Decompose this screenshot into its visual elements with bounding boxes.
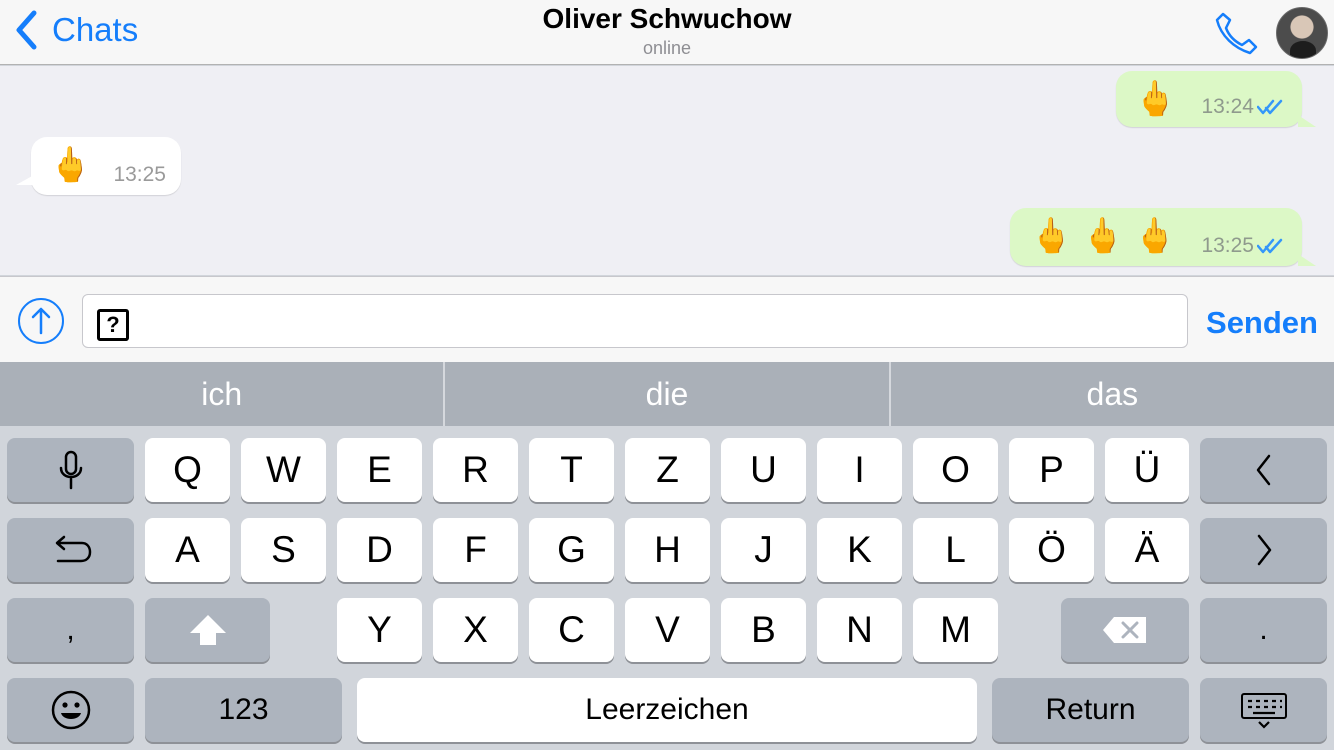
- letter-key[interactable]: R: [433, 438, 518, 502]
- emoji-key[interactable]: [7, 678, 134, 742]
- message-composer: ? Senden: [0, 276, 1334, 362]
- letter-key[interactable]: C: [529, 598, 614, 662]
- message-emoji: 🖕: [1134, 80, 1177, 118]
- message-input[interactable]: ?: [82, 294, 1188, 348]
- letter-key[interactable]: P: [1009, 438, 1094, 502]
- backspace-icon: [1103, 617, 1146, 643]
- letter-key[interactable]: X: [433, 598, 518, 662]
- letter-key[interactable]: B: [721, 598, 806, 662]
- predictive-text-bar: ich die das: [0, 362, 1334, 426]
- letter-key[interactable]: D: [337, 518, 422, 582]
- letter-key[interactable]: V: [625, 598, 710, 662]
- letter-key[interactable]: F: [433, 518, 518, 582]
- backspace-key[interactable]: [1061, 598, 1189, 662]
- chat-header: Chats Oliver Schwuchow online: [0, 0, 1334, 65]
- upload-arrow-icon: [18, 298, 64, 344]
- double-check-icon: [1257, 99, 1283, 115]
- shift-key[interactable]: [145, 598, 270, 662]
- letter-key[interactable]: J: [721, 518, 806, 582]
- call-button[interactable]: [1212, 10, 1260, 56]
- letter-key[interactable]: Z: [625, 438, 710, 502]
- letter-key[interactable]: T: [529, 438, 614, 502]
- message-bubble[interactable]: 🖕 13:25: [16, 137, 181, 195]
- letter-key[interactable]: Q: [145, 438, 230, 502]
- message-list: 🖕 13:24 🖕 13:25 🖕 🖕 🖕 13:25: [0, 66, 1334, 275]
- send-button[interactable]: Senden: [1200, 305, 1324, 341]
- letter-key[interactable]: Ö: [1009, 518, 1094, 582]
- keyboard-dismiss-key[interactable]: [1200, 678, 1327, 742]
- numbers-key[interactable]: 123: [145, 678, 342, 742]
- cursor-left-key[interactable]: [1200, 438, 1327, 502]
- double-check-icon: [1257, 238, 1283, 254]
- message-time: 13:25: [113, 163, 166, 186]
- keyboard-dismiss-icon: [1240, 693, 1287, 729]
- cursor-right-key[interactable]: [1200, 518, 1327, 582]
- dictation-key[interactable]: [7, 438, 134, 502]
- onscreen-keyboard: Q W E R T Z U I O P Ü A S D F G H J K L …: [0, 426, 1334, 750]
- message-bubble[interactable]: 🖕 🖕 🖕 13:25: [1010, 208, 1316, 266]
- letter-key[interactable]: O: [913, 438, 998, 502]
- suggestion-item[interactable]: die: [443, 362, 888, 426]
- chevron-right-icon: [1257, 534, 1271, 566]
- emoji-icon: [51, 690, 90, 730]
- chevron-left-icon: [1256, 454, 1270, 486]
- letter-key[interactable]: N: [817, 598, 902, 662]
- message-emoji: 🖕 🖕 🖕: [1030, 217, 1176, 255]
- contact-status: online: [642, 38, 692, 58]
- return-key[interactable]: Return: [992, 678, 1189, 742]
- letter-key[interactable]: H: [625, 518, 710, 582]
- letter-key[interactable]: I: [817, 438, 902, 502]
- suggestion-item[interactable]: ich: [0, 362, 443, 426]
- undo-icon: [55, 535, 91, 563]
- letter-key[interactable]: Ä: [1105, 518, 1189, 582]
- letter-key[interactable]: G: [529, 518, 614, 582]
- suggestion-item[interactable]: das: [888, 362, 1334, 426]
- letter-key[interactable]: A: [145, 518, 230, 582]
- letter-key[interactable]: M: [913, 598, 998, 662]
- attach-button[interactable]: [17, 297, 65, 345]
- space-key[interactable]: Leerzeichen: [357, 678, 977, 742]
- letter-key[interactable]: S: [241, 518, 326, 582]
- unknown-character-glyph: ?: [97, 309, 129, 341]
- letter-key[interactable]: E: [337, 438, 422, 502]
- message-bubble[interactable]: 🖕 13:24: [1116, 71, 1316, 127]
- message-time: 13:25: [1201, 234, 1254, 257]
- phone-icon: [1215, 12, 1258, 55]
- letter-key[interactable]: Y: [337, 598, 422, 662]
- undo-key[interactable]: [7, 518, 134, 582]
- letter-key[interactable]: Ü: [1105, 438, 1189, 502]
- shift-icon: [189, 615, 226, 645]
- period-key[interactable]: .: [1200, 598, 1327, 662]
- message-time: 13:24: [1201, 95, 1254, 118]
- letter-key[interactable]: L: [913, 518, 998, 582]
- message-emoji: 🖕: [49, 146, 92, 184]
- microphone-icon: [59, 450, 82, 490]
- letter-key[interactable]: W: [241, 438, 326, 502]
- letter-key[interactable]: K: [817, 518, 902, 582]
- contact-avatar[interactable]: [1276, 7, 1328, 59]
- comma-key[interactable]: ,: [7, 598, 134, 662]
- letter-key[interactable]: U: [721, 438, 806, 502]
- contact-name[interactable]: Oliver Schwuchow: [0, 3, 1334, 35]
